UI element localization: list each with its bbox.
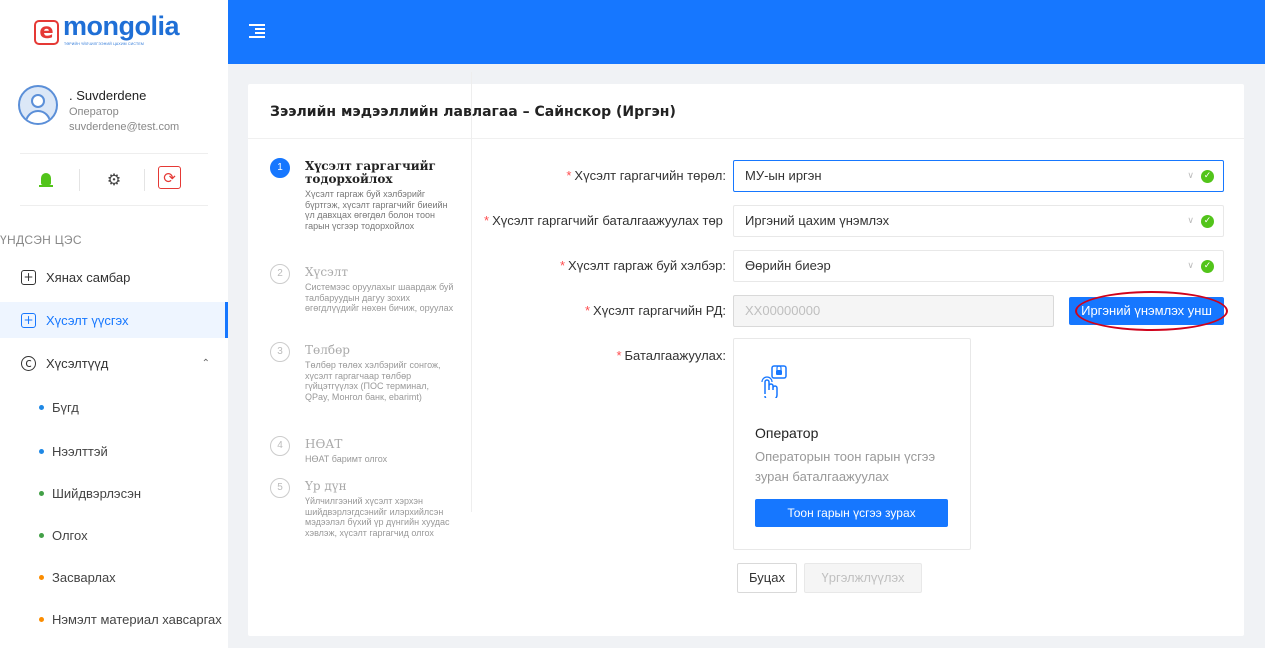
status-dot [39,616,44,622]
menu-section-title: ҮНДСЭН ЦЭС [0,233,82,247]
user-actions: ⚙ ⟳ [0,166,228,192]
gear-icon[interactable]: ⚙ [104,166,124,192]
step-number: 5 [270,478,290,498]
sign-digital-signature-button[interactable]: Тоон гарын үсгээ зурах [755,499,948,527]
step-title: Төлбөр [305,343,350,357]
chevron-down-icon: ∨ [1187,261,1194,271]
check-circle-icon: ✓ [1201,260,1214,273]
step-title: Хүсэлт [305,265,349,279]
operator-title: Оператор [755,425,819,441]
submission-form-select[interactable]: Өөрийн биеэр ∨ ✓ [733,250,1224,282]
logo-text: mongolia [63,11,180,41]
field-label: * Хүсэлт гаргаж буй хэлбэр: [559,258,726,273]
user-name: . Suvderdene [69,88,147,103]
continue-button[interactable]: Үргэлжлүүлэх [804,563,922,593]
input-placeholder: XX00000000 [745,303,821,318]
chevron-down-icon: ∨ [1187,171,1194,181]
register-number-input[interactable]: XX00000000 [733,295,1054,327]
field-label: * Баталгаажуулах: [616,348,726,363]
submenu-label: Нээлттэй [52,443,108,459]
chevron-down-icon: ∨ [1187,216,1194,226]
sidebar-item-requests[interactable]: c Хүсэлтүүд ⌃ [0,345,228,381]
verification-select[interactable]: Иргэний цахим үнэмлэх ∨ ✓ [733,205,1224,237]
sidebar-item-dashboard[interactable]: + Хянах самбар [0,259,228,295]
step-description: Төлбөр төлөх хэлбэрийг сонгож, хүсэлт га… [305,360,441,402]
field-label: * Хүсэлт гаргагчийг баталгаажуулах төр [484,213,723,228]
notification-bell-icon[interactable] [36,166,56,192]
submission-form-row: * Хүсэлт гаргаж буй хэлбэр: [480,250,726,282]
submenu-label: Бүгд [52,399,79,415]
select-value: Өөрийн биеэр [745,258,831,273]
check-circle-icon: ✓ [1201,170,1214,183]
submenu-item-issue[interactable]: Олгох [0,520,228,550]
sidebar-item-label: Хүсэлт үүсгэх [46,312,129,328]
submenu-label: Засварлах [52,569,116,585]
step-description: НӨАТ баримт олгох [305,454,388,464]
menu-fold-icon[interactable] [249,24,265,38]
sidebar-item-create-request[interactable]: + Хүсэлт үүсгэх [0,302,228,338]
submenu-label: Нэмэлт материал хавсаргах [52,611,222,627]
step-description: Системээс оруулахыг шаардаж буй талбаруу… [305,282,454,313]
select-value: МУ-ын иргэн [745,168,822,183]
step-title: Үр дүн [305,479,347,493]
step-title: НӨАТ [305,437,343,451]
register-row: * Хүсэлт гаргагчийн РД: [480,295,726,327]
submenu-item-attach-material[interactable]: Нэмэлт материал хавсаргах [0,604,228,634]
page-title: Зээлийн мэдээллийн лавлагаа – Сайнскор (… [270,104,676,120]
sidebar: e mongolia ТӨРИЙН ҮЙЛЧИЛГЭЭНИЙ ЦАХИМ СИС… [0,0,228,648]
applicant-type-row: * Хүсэлт гаргагчийн төрөл: [480,160,726,192]
check-circle-icon: ✓ [1201,215,1214,228]
step-number: 4 [270,436,290,456]
divider [20,153,208,154]
plus-square-icon: + [21,269,36,285]
plus-square-icon: + [21,312,36,328]
step-number: 1 [270,158,290,178]
field-label: * Хүсэлт гаргагчийн төрөл: [566,168,726,183]
chevron-up-icon: ⌃ [201,357,210,369]
step-description: Хүсэлт гаргаж буй хэлбэрийг бүртгэж, хүс… [305,189,448,231]
operator-card: Оператор Операторын тоон гарын үсгээ зур… [733,338,971,550]
status-dot [39,532,44,538]
submenu-item-resolved[interactable]: Шийдвэрлэсэн [0,478,228,508]
step-title: Хүсэлт гаргагчийг тодорхойлох [305,159,436,186]
step-description: Үйлчилгээний хүсэлт хэрхэн шийдвэрлэгдсэ… [305,496,450,538]
submenu-label: Олгох [52,527,88,543]
user-email: suvderdene@test.com [69,121,180,133]
divider [471,72,472,512]
field-label: * Хүсэлт гаргагчийн РД: [584,303,726,318]
submenu-item-edit[interactable]: Засварлах [0,562,228,592]
status-dot [39,448,44,454]
step-number: 2 [270,264,290,284]
top-header [228,0,1265,64]
confirm-row: * Баталгаажуулах: [480,340,726,372]
divider [20,205,208,206]
logo[interactable]: e mongolia ТӨРИЙН ҮЙЛЧИЛГЭЭНИЙ ЦАХИМ СИС… [34,11,180,46]
status-dot [39,574,44,580]
avatar [18,85,58,125]
status-dot [39,404,44,410]
highlight-annotation [1075,291,1228,331]
select-value: Иргэний цахим үнэмлэх [745,213,890,228]
user-role: Оператор [69,106,119,118]
sidebar-item-label: Хүсэлтүүд [46,355,109,371]
status-dot [39,490,44,496]
logout-icon[interactable]: ⟳ [158,166,181,189]
operator-description: Операторын тоон гарын үсгээ зуран баталг… [755,449,936,484]
sidebar-item-label: Хянах самбар [46,269,131,285]
submenu-item-open[interactable]: Нээлттэй [0,436,228,466]
applicant-type-select[interactable]: МУ-ын иргэн ∨ ✓ [733,160,1224,192]
back-button[interactable]: Буцах [737,563,797,593]
submenu-item-all[interactable]: Бүгд [0,392,228,422]
logo-subtitle: ТӨРИЙН ҮЙЛЧИЛГЭЭНИЙ ЦАХИМ СИСТЕМ [64,42,144,46]
divider [248,138,1244,139]
touch-fingerprint-icon [761,365,787,398]
logo-mark: e [34,20,59,45]
step-number: 3 [270,342,290,362]
verification-row: * Хүсэлт гаргагчийг баталгаажуулах төр [480,205,733,237]
user-profile: . Suvderdene Оператор suvderdene@test.co… [18,85,179,133]
copyright-icon: c [21,355,36,371]
submenu-label: Шийдвэрлэсэн [52,485,142,501]
